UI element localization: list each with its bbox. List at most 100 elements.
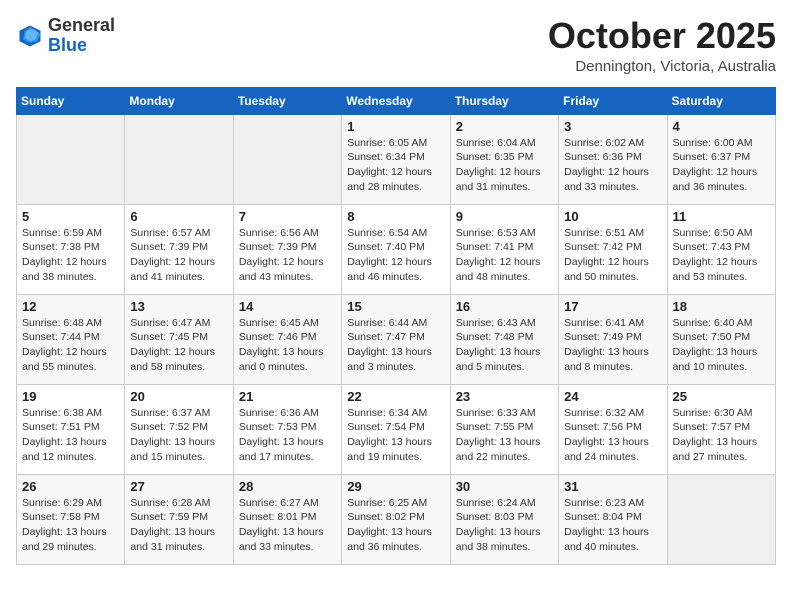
day-number: 29: [347, 479, 444, 494]
day-info: Sunrise: 6:28 AM Sunset: 7:59 PM Dayligh…: [130, 496, 227, 555]
weekday-header-wednesday: Wednesday: [342, 87, 450, 114]
day-number: 4: [673, 119, 770, 134]
day-number: 10: [564, 209, 661, 224]
calendar-cell: 15 Sunrise: 6:44 AM Sunset: 7:47 PM Dayli…: [342, 294, 450, 384]
weekday-header-thursday: Thursday: [450, 87, 558, 114]
calendar-body: 1 Sunrise: 6:05 AM Sunset: 6:34 PM Daylig…: [17, 114, 776, 564]
calendar-header: SundayMondayTuesdayWednesdayThursdayFrid…: [17, 87, 776, 114]
calendar-cell: 26 Sunrise: 6:29 AM Sunset: 7:58 PM Dayli…: [17, 474, 125, 564]
calendar-cell: 5 Sunrise: 6:59 AM Sunset: 7:38 PM Daylig…: [17, 204, 125, 294]
weekday-header-sunday: Sunday: [17, 87, 125, 114]
calendar-cell: 21 Sunrise: 6:36 AM Sunset: 7:53 PM Dayli…: [233, 384, 341, 474]
week-row-5: 26 Sunrise: 6:29 AM Sunset: 7:58 PM Dayli…: [17, 474, 776, 564]
calendar-cell: 10 Sunrise: 6:51 AM Sunset: 7:42 PM Dayli…: [559, 204, 667, 294]
calendar-cell: 1 Sunrise: 6:05 AM Sunset: 6:34 PM Daylig…: [342, 114, 450, 204]
week-row-3: 12 Sunrise: 6:48 AM Sunset: 7:44 PM Dayli…: [17, 294, 776, 384]
day-info: Sunrise: 6:37 AM Sunset: 7:52 PM Dayligh…: [130, 406, 227, 465]
day-info: Sunrise: 6:38 AM Sunset: 7:51 PM Dayligh…: [22, 406, 119, 465]
day-info: Sunrise: 6:24 AM Sunset: 8:03 PM Dayligh…: [456, 496, 553, 555]
calendar-cell: 11Sunrise: 6:50 AM Sunset: 7:43 PM Dayli…: [667, 204, 775, 294]
location: Dennington, Victoria, Australia: [548, 58, 776, 75]
calendar-cell: 24Sunrise: 6:32 AM Sunset: 7:56 PM Dayli…: [559, 384, 667, 474]
calendar-cell: 8Sunrise: 6:54 AM Sunset: 7:40 PM Daylig…: [342, 204, 450, 294]
calendar-cell: 29 Sunrise: 6:25 AM Sunset: 8:02 PM Dayli…: [342, 474, 450, 564]
day-number: 15: [347, 299, 444, 314]
calendar-cell: 27 Sunrise: 6:28 AM Sunset: 7:59 PM Dayli…: [125, 474, 233, 564]
day-number: 31: [564, 479, 661, 494]
day-info: Sunrise: 6:30 AM Sunset: 7:57 PM Dayligh…: [673, 406, 770, 465]
day-number: 9: [456, 209, 553, 224]
day-info: Sunrise: 6:43 AM Sunset: 7:48 PM Dayligh…: [456, 316, 553, 375]
calendar-cell: [125, 114, 233, 204]
day-info: Sunrise: 6:40 AM Sunset: 7:50 PM Dayligh…: [673, 316, 770, 375]
day-info: Sunrise: 6:05 AM Sunset: 6:34 PM Dayligh…: [347, 136, 444, 195]
day-number: 21: [239, 389, 336, 404]
calendar-cell: 19Sunrise: 6:38 AM Sunset: 7:51 PM Dayli…: [17, 384, 125, 474]
weekday-header-saturday: Saturday: [667, 87, 775, 114]
day-number: 17: [564, 299, 661, 314]
calendar-cell: [17, 114, 125, 204]
day-info: Sunrise: 6:47 AM Sunset: 7:45 PM Dayligh…: [130, 316, 227, 375]
day-number: 6: [130, 209, 227, 224]
day-info: Sunrise: 6:51 AM Sunset: 7:42 PM Dayligh…: [564, 226, 661, 285]
calendar-cell: 7 Sunrise: 6:56 AM Sunset: 7:39 PM Daylig…: [233, 204, 341, 294]
calendar-cell: 3Sunrise: 6:02 AM Sunset: 6:36 PM Daylig…: [559, 114, 667, 204]
day-info: Sunrise: 6:29 AM Sunset: 7:58 PM Dayligh…: [22, 496, 119, 555]
day-number: 13: [130, 299, 227, 314]
calendar-table: SundayMondayTuesdayWednesdayThursdayFrid…: [16, 87, 776, 565]
calendar-cell: 12 Sunrise: 6:48 AM Sunset: 7:44 PM Dayli…: [17, 294, 125, 384]
day-number: 22: [347, 389, 444, 404]
day-info: Sunrise: 6:41 AM Sunset: 7:49 PM Dayligh…: [564, 316, 661, 375]
day-info: Sunrise: 6:48 AM Sunset: 7:44 PM Dayligh…: [22, 316, 119, 375]
calendar-cell: 2 Sunrise: 6:04 AM Sunset: 6:35 PM Daylig…: [450, 114, 558, 204]
day-info: Sunrise: 6:33 AM Sunset: 7:55 PM Dayligh…: [456, 406, 553, 465]
day-number: 1: [347, 119, 444, 134]
month-title: October 2025: [548, 16, 776, 56]
day-number: 28: [239, 479, 336, 494]
day-info: Sunrise: 6:44 AM Sunset: 7:47 PM Dayligh…: [347, 316, 444, 375]
day-number: 26: [22, 479, 119, 494]
calendar-cell: 14Sunrise: 6:45 AM Sunset: 7:46 PM Dayli…: [233, 294, 341, 384]
calendar-cell: [233, 114, 341, 204]
day-info: Sunrise: 6:45 AM Sunset: 7:46 PM Dayligh…: [239, 316, 336, 375]
day-info: Sunrise: 6:34 AM Sunset: 7:54 PM Dayligh…: [347, 406, 444, 465]
day-number: 16: [456, 299, 553, 314]
day-info: Sunrise: 6:25 AM Sunset: 8:02 PM Dayligh…: [347, 496, 444, 555]
weekday-row: SundayMondayTuesdayWednesdayThursdayFrid…: [17, 87, 776, 114]
day-number: 27: [130, 479, 227, 494]
calendar-cell: 9 Sunrise: 6:53 AM Sunset: 7:41 PM Daylig…: [450, 204, 558, 294]
calendar-cell: 16 Sunrise: 6:43 AM Sunset: 7:48 PM Dayli…: [450, 294, 558, 384]
week-row-1: 1 Sunrise: 6:05 AM Sunset: 6:34 PM Daylig…: [17, 114, 776, 204]
day-info: Sunrise: 6:56 AM Sunset: 7:39 PM Dayligh…: [239, 226, 336, 285]
calendar-cell: 13 Sunrise: 6:47 AM Sunset: 7:45 PM Dayli…: [125, 294, 233, 384]
day-info: Sunrise: 6:04 AM Sunset: 6:35 PM Dayligh…: [456, 136, 553, 195]
day-info: Sunrise: 6:53 AM Sunset: 7:41 PM Dayligh…: [456, 226, 553, 285]
day-number: 18: [673, 299, 770, 314]
calendar-cell: 23 Sunrise: 6:33 AM Sunset: 7:55 PM Dayli…: [450, 384, 558, 474]
logo: General Blue: [16, 16, 115, 56]
day-number: 5: [22, 209, 119, 224]
day-info: Sunrise: 6:59 AM Sunset: 7:38 PM Dayligh…: [22, 226, 119, 285]
day-number: 2: [456, 119, 553, 134]
calendar-cell: 30 Sunrise: 6:24 AM Sunset: 8:03 PM Dayli…: [450, 474, 558, 564]
day-info: Sunrise: 6:32 AM Sunset: 7:56 PM Dayligh…: [564, 406, 661, 465]
calendar-cell: 18 Sunrise: 6:40 AM Sunset: 7:50 PM Dayli…: [667, 294, 775, 384]
day-number: 7: [239, 209, 336, 224]
day-number: 25: [673, 389, 770, 404]
calendar-cell: 4Sunrise: 6:00 AM Sunset: 6:37 PM Daylig…: [667, 114, 775, 204]
weekday-header-friday: Friday: [559, 87, 667, 114]
day-number: 23: [456, 389, 553, 404]
day-info: Sunrise: 6:23 AM Sunset: 8:04 PM Dayligh…: [564, 496, 661, 555]
logo-text: General Blue: [48, 16, 115, 56]
calendar-cell: [667, 474, 775, 564]
logo-blue: Blue: [48, 36, 115, 56]
day-number: 12: [22, 299, 119, 314]
calendar-cell: 31 Sunrise: 6:23 AM Sunset: 8:04 PM Dayli…: [559, 474, 667, 564]
weekday-header-tuesday: Tuesday: [233, 87, 341, 114]
calendar-cell: 17 Sunrise: 6:41 AM Sunset: 7:49 PM Dayli…: [559, 294, 667, 384]
calendar-cell: 25 Sunrise: 6:30 AM Sunset: 7:57 PM Dayli…: [667, 384, 775, 474]
calendar-cell: 20Sunrise: 6:37 AM Sunset: 7:52 PM Dayli…: [125, 384, 233, 474]
title-block: October 2025 Dennington, Victoria, Austr…: [548, 16, 776, 75]
day-number: 30: [456, 479, 553, 494]
day-info: Sunrise: 6:36 AM Sunset: 7:53 PM Dayligh…: [239, 406, 336, 465]
